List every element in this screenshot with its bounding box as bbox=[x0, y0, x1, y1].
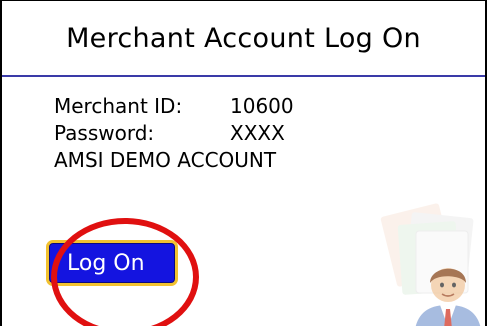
merchant-id-row: Merchant ID: 10600 bbox=[54, 93, 294, 120]
log-on-button-label: Log On bbox=[67, 250, 145, 276]
password-row: Password: XXXX bbox=[54, 120, 294, 147]
log-on-button[interactable]: Log On bbox=[46, 240, 178, 286]
user-with-documents-icon bbox=[380, 203, 481, 326]
window-title: Merchant Account Log On bbox=[66, 22, 421, 54]
password-value: XXXX bbox=[230, 121, 285, 145]
merchant-id-value: 10600 bbox=[230, 94, 294, 118]
account-name-row: AMSI DEMO ACCOUNT bbox=[54, 147, 294, 174]
password-label: Password: bbox=[54, 121, 155, 145]
merchant-id-label: Merchant ID: bbox=[54, 94, 183, 118]
account-info: Merchant ID: 10600 Password: XXXX AMSI D… bbox=[54, 93, 294, 174]
account-name: AMSI DEMO ACCOUNT bbox=[54, 148, 277, 172]
logon-window: Merchant Account Log On Merchant ID: 106… bbox=[0, 0, 487, 326]
title-bar: Merchant Account Log On bbox=[2, 1, 485, 77]
